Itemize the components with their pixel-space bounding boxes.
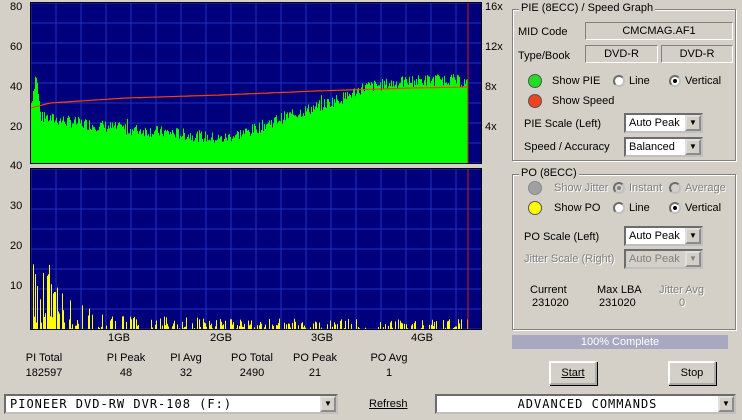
y-tick: 20 xyxy=(10,121,23,133)
advanced-commands-value: ADVANCED COMMANDS xyxy=(517,397,658,411)
stop-button[interactable]: Stop xyxy=(668,361,716,385)
max-lba-label: Max LBA xyxy=(597,284,642,296)
po-line-radio[interactable] xyxy=(613,202,625,214)
po-color-icon[interactable] xyxy=(528,201,542,215)
speed-color-icon[interactable] xyxy=(528,94,542,108)
show-po-label[interactable]: Show PO xyxy=(554,202,600,214)
dropdown-arrow-icon: ▼ xyxy=(685,251,701,267)
pie-speed-graph xyxy=(30,2,482,164)
pie-scale-label: PIE Scale (Left) xyxy=(524,118,602,130)
y2-tick: 12x xyxy=(485,41,503,53)
po-panel-title: PO (8ECC) xyxy=(519,167,579,179)
pie-scale-select[interactable]: Auto Peak ▼ xyxy=(624,113,703,133)
jitter-average-label: Average xyxy=(685,182,726,194)
jitter-avg-value: 0 xyxy=(679,297,686,309)
pie-line-label[interactable]: Line xyxy=(629,75,650,87)
speed-accuracy-select[interactable]: Balanced ▼ xyxy=(624,137,703,157)
speed-accuracy-value: Balanced xyxy=(629,141,675,153)
po-line-label[interactable]: Line xyxy=(629,202,650,214)
jitter-color-icon xyxy=(528,181,542,195)
jitter-scale-label: Jitter Scale (Right) xyxy=(524,253,615,265)
dropdown-arrow-icon[interactable]: ▼ xyxy=(718,396,734,412)
dropdown-arrow-icon[interactable]: ▼ xyxy=(685,115,701,131)
jitter-scale-value: Auto Peak xyxy=(629,253,680,265)
po-scale-label: PO Scale (Left) xyxy=(524,231,600,243)
y-tick: 60 xyxy=(10,41,23,53)
y-tick: 40 xyxy=(10,160,23,172)
y2-tick: 16x xyxy=(485,1,503,13)
dropdown-arrow-icon[interactable]: ▼ xyxy=(685,228,701,244)
drive-value: PIONEER DVD-RW DVR-108 (F:) xyxy=(10,397,233,411)
progress-bar: 100% Complete xyxy=(512,335,728,349)
stat-label-po-avg: PO Avg xyxy=(370,352,408,364)
stat-value-pi-peak: 48 xyxy=(119,367,133,379)
po-chart xyxy=(31,169,481,329)
stat-value-pi-total: 182597 xyxy=(25,367,63,379)
x-tick: 1GB xyxy=(108,332,131,344)
po-vertical-radio[interactable] xyxy=(669,202,681,214)
stat-label-po-peak: PO Peak xyxy=(292,352,338,364)
dropdown-arrow-icon[interactable]: ▼ xyxy=(320,396,336,412)
stop-label: Stop xyxy=(680,367,704,379)
po-scale-value: Auto Peak xyxy=(629,230,680,242)
pie-color-icon[interactable] xyxy=(528,74,542,88)
dropdown-arrow-icon[interactable]: ▼ xyxy=(685,139,701,155)
po-graph xyxy=(30,168,482,330)
jitter-scale-select: Auto Peak ▼ xyxy=(624,249,703,269)
mid-code-label: MID Code xyxy=(518,26,568,38)
show-pie-label[interactable]: Show PIE xyxy=(552,75,600,87)
y-tick: 20 xyxy=(10,240,23,252)
pie-scale-value: Auto Peak xyxy=(629,117,680,129)
x-tick: 4GB xyxy=(411,332,434,344)
start-label: Start xyxy=(561,367,585,379)
stat-value-po-avg: 1 xyxy=(385,367,393,379)
po-scale-select[interactable]: Auto Peak ▼ xyxy=(624,226,703,246)
jitter-average-radio xyxy=(669,182,681,194)
current-value: 231020 xyxy=(532,297,569,309)
stat-value-pi-avg: 32 xyxy=(179,367,193,379)
x-tick: 3GB xyxy=(311,332,334,344)
po-vertical-label[interactable]: Vertical xyxy=(685,202,721,214)
drive-select[interactable]: PIONEER DVD-RW DVR-108 (F:) ▼ xyxy=(4,394,338,414)
pie-panel-title: PIE (8ECC) / Speed Graph xyxy=(519,2,656,14)
speed-accuracy-label: Speed / Accuracy xyxy=(524,141,610,153)
y2-tick: 8x xyxy=(485,81,497,93)
jitter-instant-radio xyxy=(613,182,625,194)
book-field: DVD-R xyxy=(661,45,733,63)
jitter-avg-label: Jitter Avg xyxy=(659,284,705,296)
stat-label-po-total: PO Total xyxy=(231,352,273,364)
progress-text: 100% Complete xyxy=(580,336,660,348)
refresh-link[interactable]: Refresh xyxy=(369,398,408,410)
y-tick: 10 xyxy=(10,280,23,292)
y-tick: 30 xyxy=(10,200,23,212)
pie-vertical-radio[interactable] xyxy=(669,75,681,87)
pie-vertical-label[interactable]: Vertical xyxy=(685,75,721,87)
y2-tick: 4x xyxy=(485,121,497,133)
show-jitter-label: Show Jitter xyxy=(554,182,609,194)
y-tick: 80 xyxy=(10,1,23,13)
type-book-label: Type/Book xyxy=(518,50,570,62)
stat-value-po-total: 2490 xyxy=(239,367,265,379)
stat-value-po-peak: 21 xyxy=(308,367,322,379)
y-tick: 40 xyxy=(10,81,23,93)
current-label: Current xyxy=(530,284,567,296)
type-field: DVD-R xyxy=(585,45,658,63)
jitter-instant-label: Instant xyxy=(629,182,663,194)
mid-code-field: CMCMAG.AF1 xyxy=(585,22,733,40)
stat-label-pi-peak: PI Peak xyxy=(106,352,146,364)
max-lba-value: 231020 xyxy=(599,297,636,309)
pie-line-radio[interactable] xyxy=(613,75,625,87)
advanced-commands-select[interactable]: ADVANCED COMMANDS ▼ xyxy=(435,394,736,414)
stat-label-pi-total: PI Total xyxy=(25,352,63,364)
x-tick: 2GB xyxy=(210,332,233,344)
stat-label-pi-avg: PI Avg xyxy=(170,352,202,364)
pie-speed-chart xyxy=(31,3,481,163)
show-speed-label[interactable]: Show Speed xyxy=(552,95,614,107)
start-button[interactable]: Start xyxy=(549,361,597,385)
